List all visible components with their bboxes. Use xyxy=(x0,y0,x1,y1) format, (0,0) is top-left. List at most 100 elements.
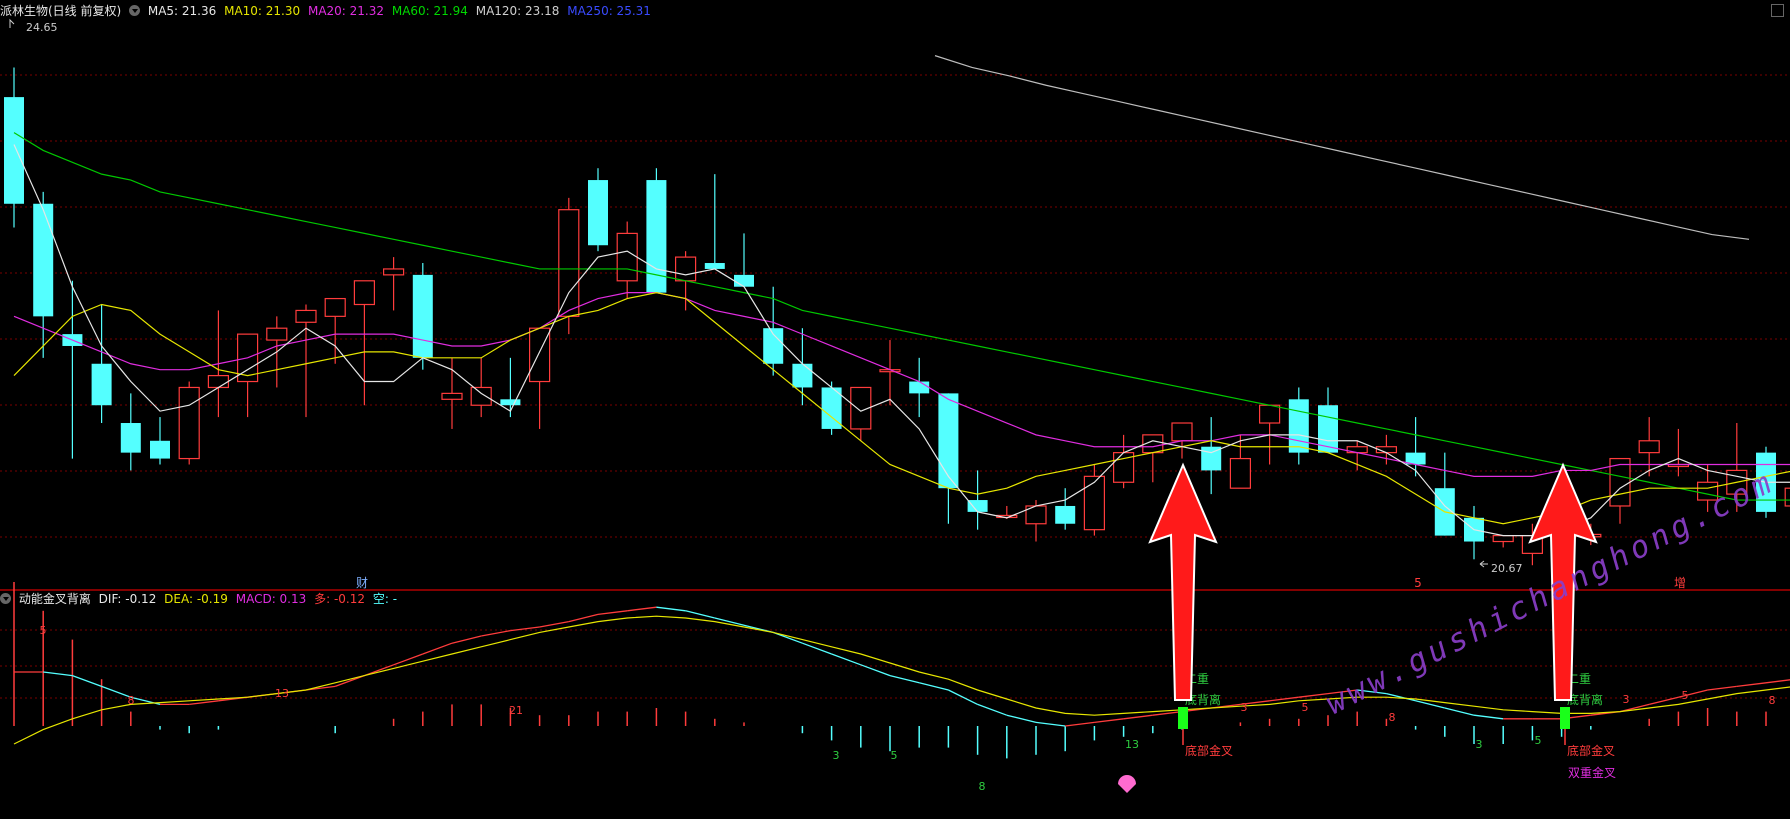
candle-up xyxy=(1258,404,1281,424)
dif-segment xyxy=(1123,714,1153,720)
signal-arrow-1 xyxy=(1148,462,1218,701)
signal-bar xyxy=(1560,707,1570,729)
dif-segment xyxy=(1707,685,1737,691)
gold-cross-label: 底部金叉 xyxy=(1185,743,1233,758)
count-label: 8 xyxy=(1769,694,1776,707)
candle-up xyxy=(441,392,463,400)
event-marker-cai: 财 xyxy=(356,576,368,590)
candle-up xyxy=(353,280,375,306)
candle-up xyxy=(1784,487,1790,507)
candle-down xyxy=(150,440,170,459)
candle-down xyxy=(500,399,521,406)
dif-segment xyxy=(919,682,949,691)
candle-down xyxy=(792,363,813,388)
candle-down xyxy=(704,263,725,269)
candle-up xyxy=(1229,457,1252,489)
dif-segment xyxy=(1736,682,1767,688)
dif-segment xyxy=(539,620,569,628)
count-label: 8 xyxy=(128,694,135,707)
count-label: 3 xyxy=(1241,701,1248,714)
count-label: 3 xyxy=(833,749,840,762)
dif-segment xyxy=(101,685,132,698)
candle-down xyxy=(909,381,930,394)
candle-up xyxy=(616,232,638,282)
candle-up xyxy=(324,297,346,317)
dif-segment xyxy=(831,653,862,666)
candle-down xyxy=(938,393,959,489)
dif-segment xyxy=(627,606,657,612)
signal-bar xyxy=(1178,707,1188,729)
dif-segment xyxy=(1152,710,1183,716)
dif-segment xyxy=(802,642,832,655)
candle-up xyxy=(1083,475,1106,531)
dif-segment xyxy=(948,689,978,705)
candle-down xyxy=(1055,505,1076,524)
candle-down xyxy=(412,274,433,358)
candle-up xyxy=(207,375,229,389)
event-marker-5: 5 xyxy=(1414,576,1422,590)
candle-down xyxy=(120,423,141,453)
low-marker xyxy=(1479,560,1488,568)
count-label: 8 xyxy=(979,780,986,793)
candle-up xyxy=(1171,422,1193,442)
dif-segment xyxy=(685,610,715,619)
count-label: 5 xyxy=(891,749,898,762)
dif-segment xyxy=(889,674,920,684)
candle-down xyxy=(1288,399,1309,453)
candle-up xyxy=(470,386,492,406)
dif-segment xyxy=(656,606,686,612)
ma120-line xyxy=(934,55,1750,240)
ma10-line xyxy=(13,292,1790,525)
dif-segment xyxy=(568,613,599,623)
count-label: 5 xyxy=(40,624,47,637)
bottom-marker-icon xyxy=(1118,775,1136,793)
candle-up xyxy=(674,256,697,282)
dif-segment xyxy=(481,629,511,637)
count-label: 13 xyxy=(1125,738,1139,751)
count-label: 3 xyxy=(1476,738,1483,751)
candle-up xyxy=(528,327,551,383)
dif-segment xyxy=(597,610,628,616)
dif-segment xyxy=(189,700,219,706)
dif-segment xyxy=(1269,696,1299,702)
candle-up xyxy=(1638,440,1660,454)
candle-up xyxy=(383,268,405,276)
candle-down xyxy=(91,363,112,406)
dif-segment xyxy=(1065,721,1095,727)
candle-down xyxy=(4,97,24,204)
count-label: 13 xyxy=(275,687,289,700)
candle-down xyxy=(967,500,988,512)
dif-segment xyxy=(72,674,102,688)
dif-segment xyxy=(1035,721,1066,727)
candle-up xyxy=(558,209,580,317)
candle-up xyxy=(178,386,200,460)
candle-up xyxy=(1492,534,1514,543)
dif-segment xyxy=(1094,718,1124,724)
candle-up xyxy=(266,327,288,341)
ma60-line xyxy=(13,132,1790,501)
gold-cross-label: 底部金叉 xyxy=(1567,743,1615,758)
count-label: 21 xyxy=(509,704,523,717)
dif-segment xyxy=(1473,714,1504,720)
kline-chart[interactable]: 24.6520.67财 5 增5813213 58133 583 53 5 8二重底背离底部金… xyxy=(0,0,1790,819)
dif-segment xyxy=(1444,707,1475,716)
dif-segment xyxy=(977,703,1008,716)
ma20-line xyxy=(13,292,1790,477)
count-label: 5 xyxy=(1535,734,1542,747)
dif-segment xyxy=(43,671,73,677)
count-label: 3 xyxy=(1623,693,1630,706)
dif-segment xyxy=(1006,714,1037,724)
double-gold-cross-label: 双重金叉 xyxy=(1568,765,1616,780)
dif-segment xyxy=(1765,679,1790,684)
count-label: 5 xyxy=(1682,689,1689,702)
dif-segment xyxy=(451,635,482,644)
candle-down xyxy=(734,274,754,287)
count-label: 8 xyxy=(1389,711,1396,724)
low-price-label: 20.67 xyxy=(1491,562,1523,575)
dif-segment xyxy=(1649,696,1679,706)
high-marker xyxy=(9,18,15,28)
event-marker-zeng: 增 xyxy=(1674,576,1686,590)
divergence-label: 底背离 xyxy=(1567,692,1603,707)
candle-down xyxy=(33,203,54,317)
high-price-label: 24.65 xyxy=(26,21,58,34)
